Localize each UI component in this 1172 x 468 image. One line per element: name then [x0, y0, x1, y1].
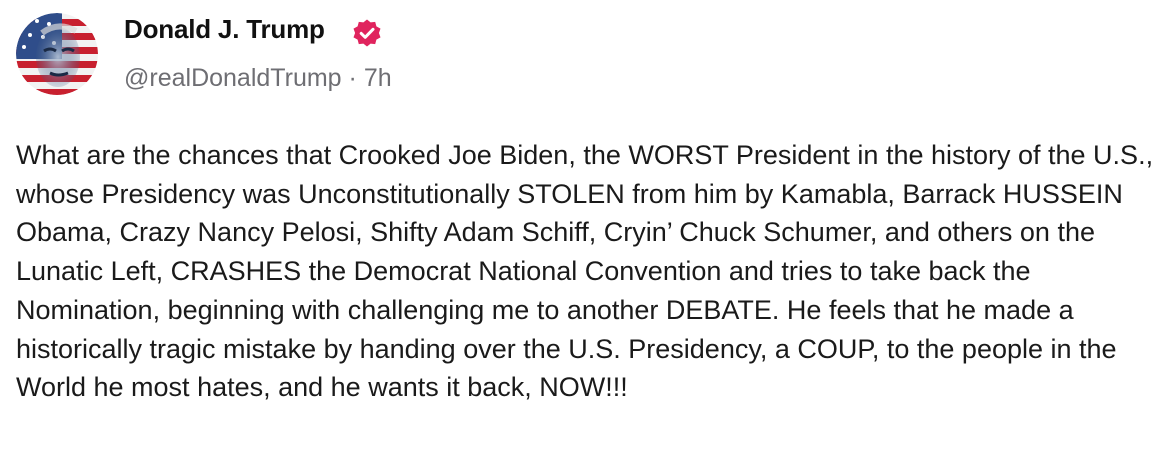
author-name[interactable]: Donald J. Trump [124, 14, 325, 45]
author-meta: @realDonaldTrump · 7h [124, 64, 392, 93]
author-handle[interactable]: @realDonaldTrump [124, 64, 342, 92]
verified-badge-icon [353, 19, 381, 47]
post-body-text: What are the chances that Crooked Joe Bi… [16, 140, 1161, 403]
flag-portrait-avatar-icon [16, 13, 98, 95]
post-timestamp[interactable]: 7h [364, 64, 392, 92]
author-avatar[interactable] [16, 13, 98, 95]
meta-separator: · [341, 64, 364, 92]
post-card: Donald J. Trump @realDonaldTrump · 7h Wh… [0, 0, 1172, 468]
